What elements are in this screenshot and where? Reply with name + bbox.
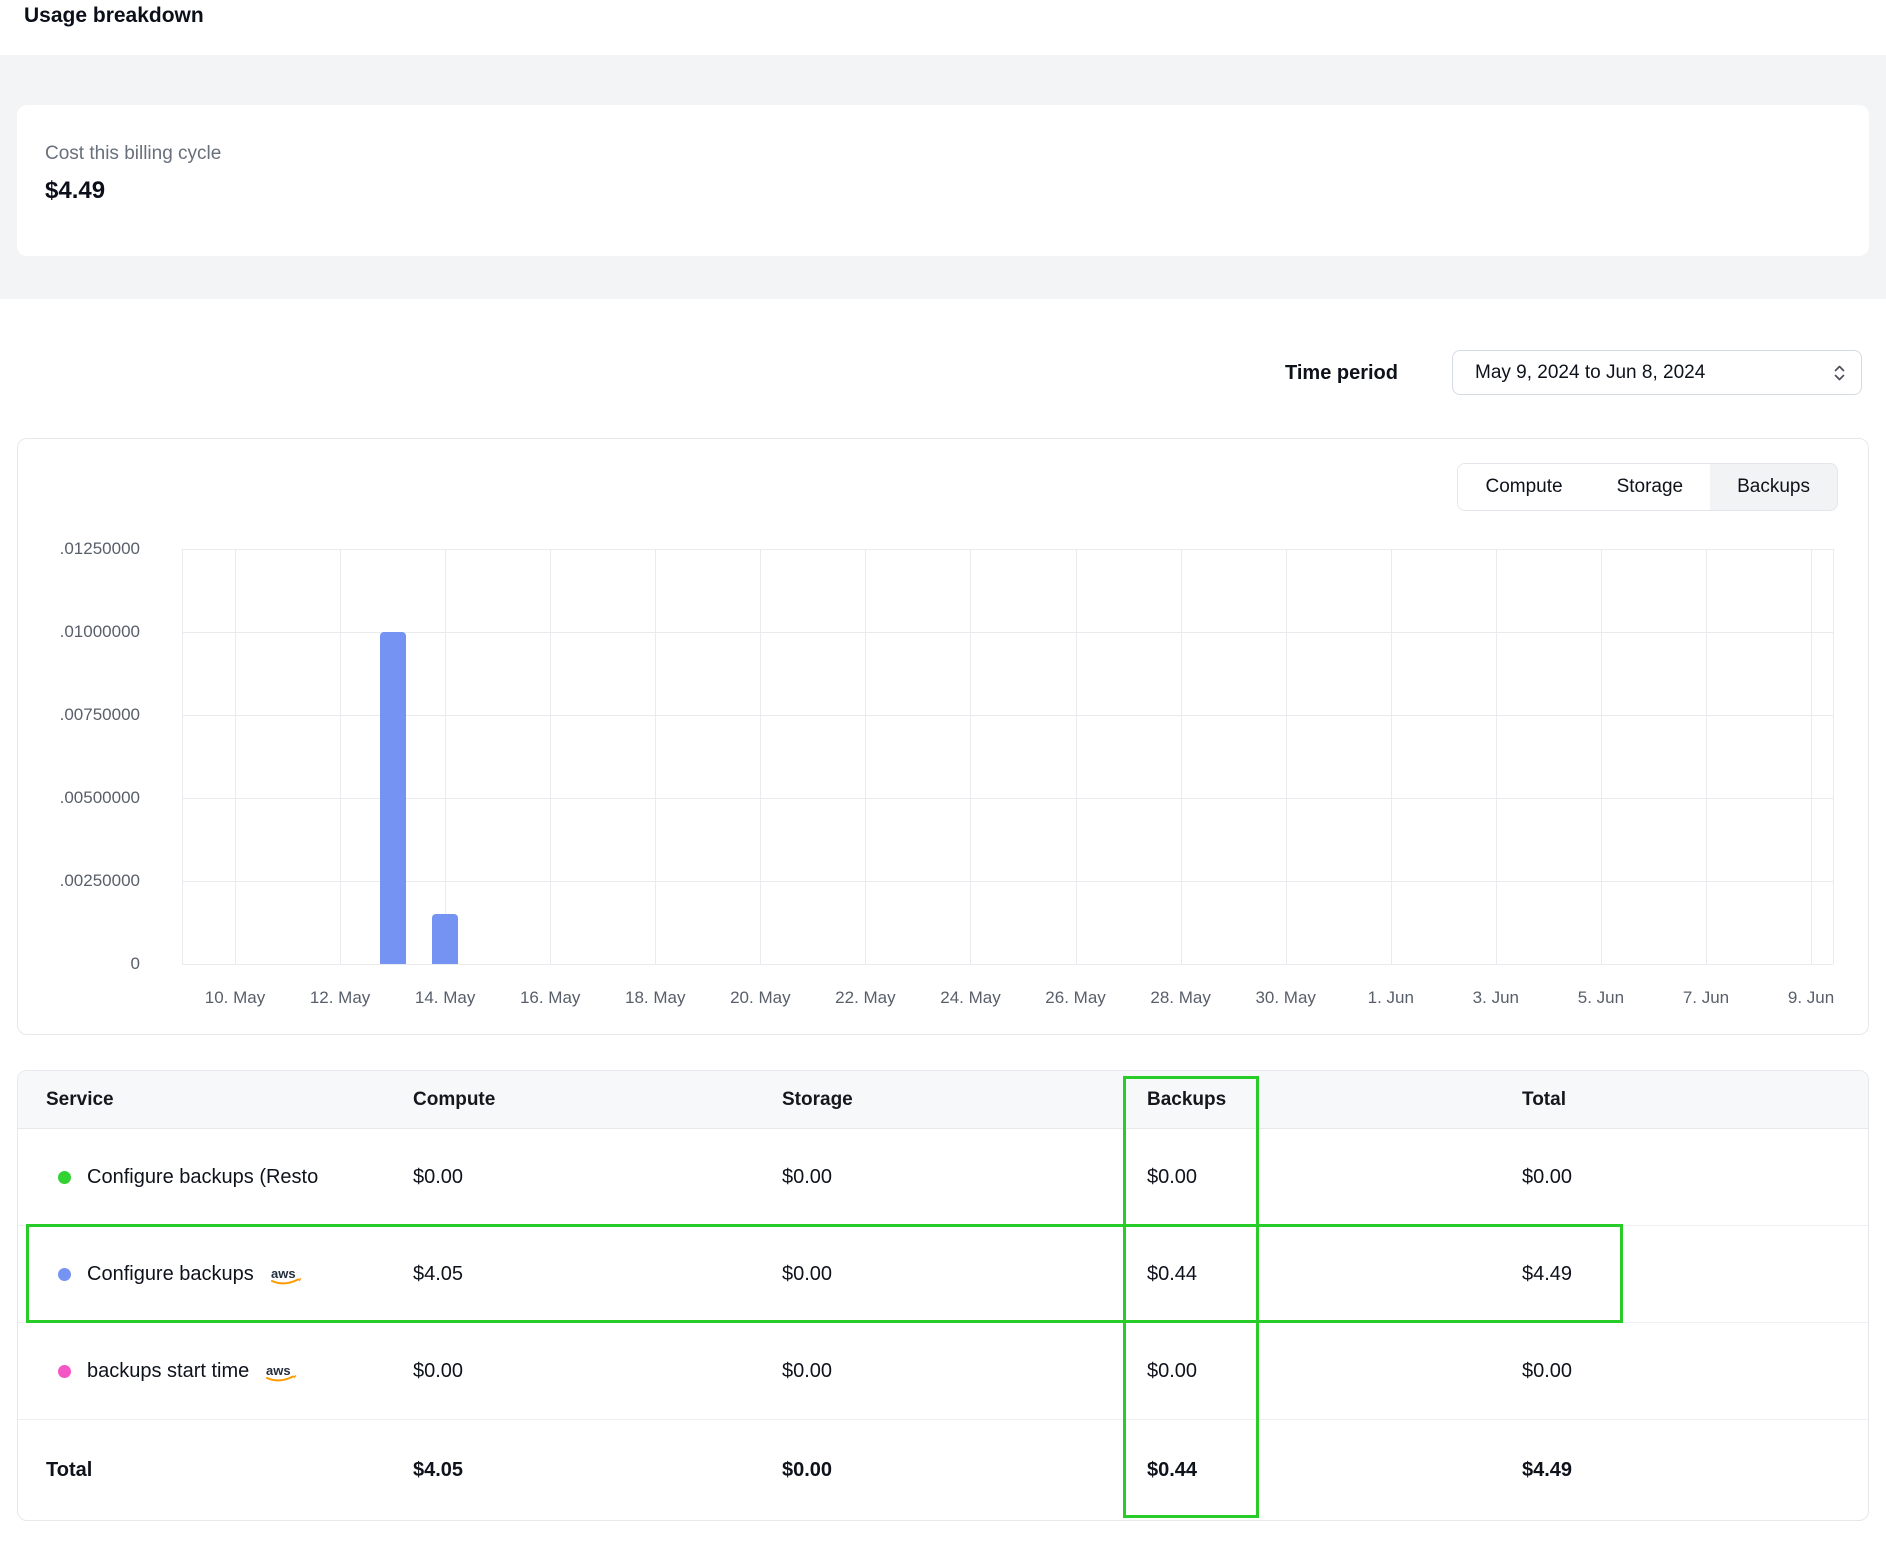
y-axis-label: .00500000 xyxy=(18,788,140,808)
aws-logo: aws xyxy=(268,1265,304,1286)
gridline-horizontal xyxy=(182,549,1833,550)
usage-value: $0.00 xyxy=(413,1166,782,1189)
gridline-vertical xyxy=(340,549,341,964)
table-row: Configure backups aws $4.05$0.00$0.44$4.49 xyxy=(18,1226,1868,1323)
tab-backups[interactable]: Backups xyxy=(1710,464,1837,510)
x-axis-label: 9. Jun xyxy=(1746,988,1876,1008)
total-compute-value: $4.05 xyxy=(413,1459,782,1482)
usage-value: $0.00 xyxy=(1522,1166,1868,1189)
service-cell: backups start time aws xyxy=(18,1360,413,1383)
gridline-vertical xyxy=(550,549,551,964)
gridline-vertical xyxy=(760,549,761,964)
usage-chart-card: .01250000 .01000000 .00750000 .00500000 .002… xyxy=(17,438,1869,1035)
time-period-value: May 9, 2024 to Jun 8, 2024 xyxy=(1475,362,1705,384)
tab-storage[interactable]: Storage xyxy=(1590,464,1711,510)
gridline-vertical xyxy=(1706,549,1707,964)
gridline-vertical xyxy=(1833,549,1834,964)
usage-value: $4.49 xyxy=(1522,1263,1868,1286)
page-title: Usage breakdown xyxy=(24,4,204,28)
table-body: Configure backups (Resto$0.00$0.00$0.00$… xyxy=(18,1129,1868,1420)
usage-value: $0.00 xyxy=(413,1360,782,1383)
tab-compute[interactable]: Compute xyxy=(1458,464,1589,510)
svg-text:aws: aws xyxy=(271,1266,296,1281)
table-row: Configure backups (Resto$0.00$0.00$0.00$… xyxy=(18,1129,1868,1226)
usage-value: $4.05 xyxy=(413,1263,782,1286)
usage-value: $0.00 xyxy=(782,1166,1147,1189)
gridline-vertical xyxy=(1601,549,1602,964)
gridline-vertical xyxy=(1496,549,1497,964)
gridline-vertical xyxy=(182,549,183,964)
usage-value: $0.00 xyxy=(782,1263,1147,1286)
total-backups-value: $0.44 xyxy=(1147,1459,1522,1482)
series-color-dot xyxy=(58,1171,71,1184)
usage-table: Service Compute Storage Backups Total Co… xyxy=(17,1070,1869,1521)
chart-metric-tabs: ComputeStorageBackups xyxy=(1457,463,1838,511)
gridline-vertical xyxy=(1286,549,1287,964)
gridline-vertical xyxy=(1811,549,1812,964)
column-header-service: Service xyxy=(18,1089,413,1111)
total-total-value: $4.49 xyxy=(1522,1459,1868,1482)
column-header-total: Total xyxy=(1522,1089,1868,1111)
usage-value: $0.00 xyxy=(782,1360,1147,1383)
gridline-horizontal xyxy=(182,715,1833,716)
total-storage-value: $0.00 xyxy=(782,1459,1147,1482)
usage-value: $0.00 xyxy=(1522,1360,1868,1383)
service-name: Configure backups (Resto xyxy=(87,1166,318,1189)
cost-card-label: Cost this billing cycle xyxy=(45,143,221,165)
gridline-vertical xyxy=(970,549,971,964)
gridline-horizontal xyxy=(182,881,1833,882)
series-color-dot xyxy=(58,1268,71,1281)
usage-value: $0.00 xyxy=(1147,1166,1522,1189)
service-cell: Configure backups aws xyxy=(18,1263,413,1286)
gridline-vertical xyxy=(1076,549,1077,964)
service-cell: Configure backups (Resto xyxy=(18,1166,413,1189)
service-name: backups start time xyxy=(87,1360,249,1383)
y-axis-label: .01000000 xyxy=(18,622,140,642)
gridline-horizontal xyxy=(182,632,1833,633)
aws-logo: aws xyxy=(263,1362,299,1383)
gridline-horizontal xyxy=(182,798,1833,799)
gridline-vertical xyxy=(1181,549,1182,964)
gridline-vertical xyxy=(1391,549,1392,964)
cost-card-value: $4.49 xyxy=(45,177,105,205)
usage-bar-chart: .01250000 .01000000 .00750000 .00500000 .002… xyxy=(18,439,1868,1034)
svg-text:aws: aws xyxy=(266,1363,291,1378)
gridline-vertical xyxy=(445,549,446,964)
table-header-row: Service Compute Storage Backups Total xyxy=(18,1071,1868,1129)
series-color-dot xyxy=(58,1365,71,1378)
y-axis-label: .01250000 xyxy=(18,539,140,559)
chevron-up-down-icon xyxy=(1832,362,1847,384)
summary-band: Cost this billing cycle $4.49 xyxy=(0,55,1886,299)
time-period-select[interactable]: May 9, 2024 to Jun 8, 2024 xyxy=(1452,350,1862,395)
y-axis-label: .00250000 xyxy=(18,871,140,891)
chart-bar xyxy=(432,914,458,964)
gridline-horizontal xyxy=(182,964,1833,965)
y-axis-label: 0 xyxy=(18,954,140,974)
service-name: Configure backups xyxy=(87,1263,254,1286)
cost-card: Cost this billing cycle $4.49 xyxy=(17,105,1869,256)
usage-value: $0.00 xyxy=(1147,1360,1522,1383)
table-row: backups start timeaws$0.00$0.00$0.00$0.0… xyxy=(18,1323,1868,1420)
chart-bar xyxy=(380,632,406,964)
column-header-backups: Backups xyxy=(1147,1089,1522,1111)
time-period-label: Time period xyxy=(1285,362,1398,385)
gridline-vertical xyxy=(235,549,236,964)
column-header-compute: Compute xyxy=(413,1089,782,1111)
gridline-vertical xyxy=(655,549,656,964)
gridline-vertical xyxy=(865,549,866,964)
column-header-storage: Storage xyxy=(782,1089,1147,1111)
table-total-row: Total $4.05 $0.00 $0.44 $4.49 xyxy=(18,1420,1868,1520)
total-row-label: Total xyxy=(18,1459,413,1482)
y-axis-label: .00750000 xyxy=(18,705,140,725)
usage-value: $0.44 xyxy=(1147,1263,1522,1286)
